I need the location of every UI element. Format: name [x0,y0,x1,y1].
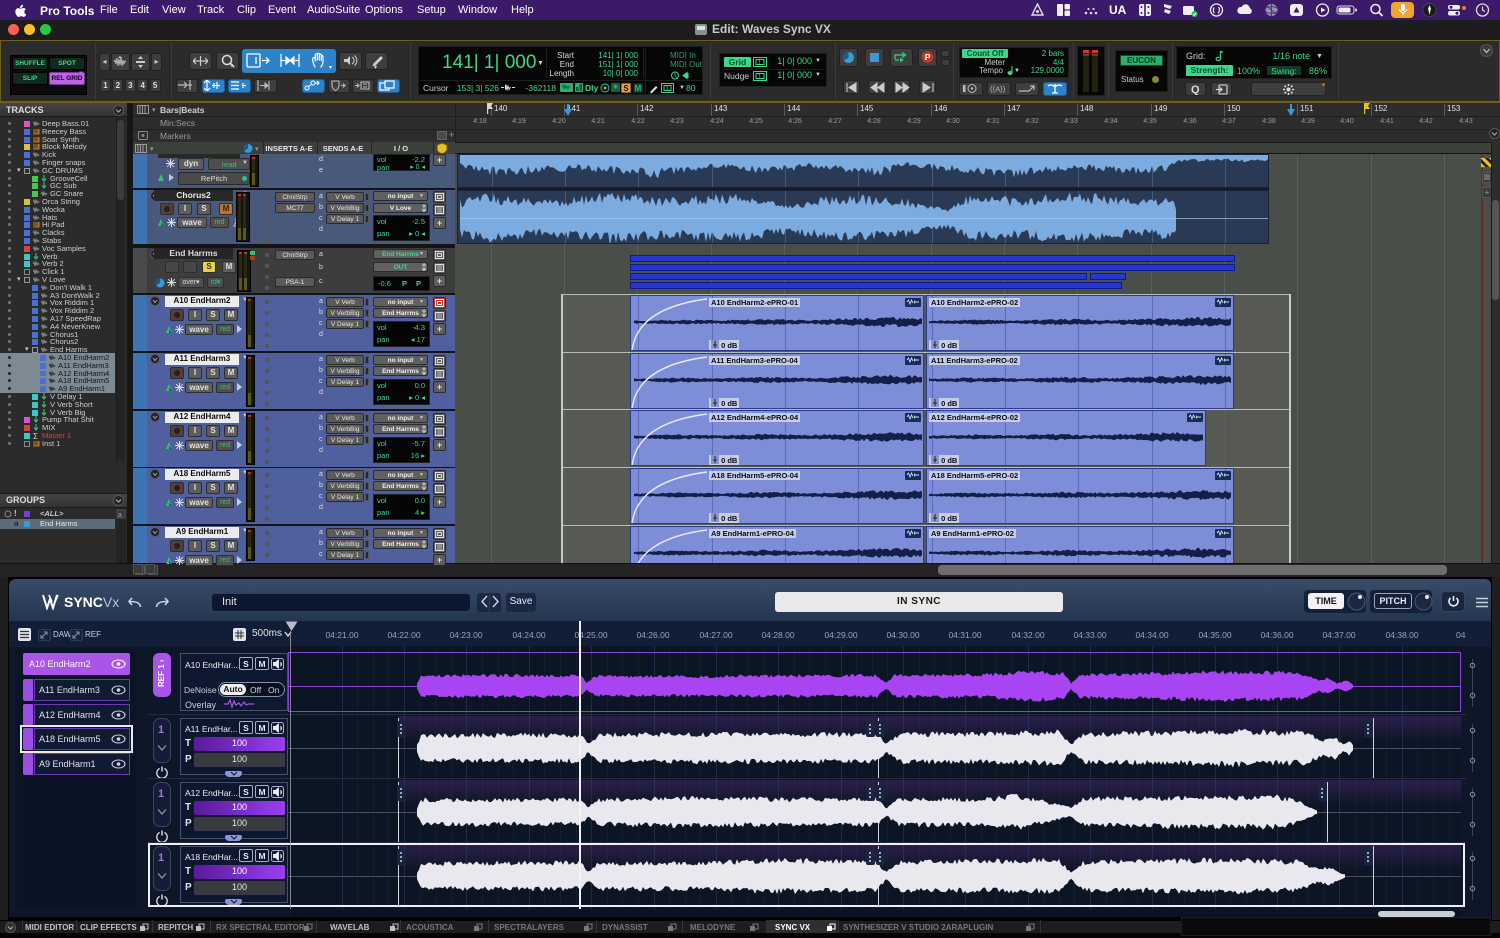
svg-text:a: a [118,512,122,519]
svg-text:1: 1 [758,75,762,81]
svg-text:1: 1 [666,87,670,93]
svg-text:Σ: Σ [33,432,38,440]
svg-text:1: 1 [758,61,762,67]
svg-text:Q: Q [1191,84,1200,95]
svg-text:((A)): ((A)) [990,85,1006,94]
svg-text:P: P [925,52,931,62]
